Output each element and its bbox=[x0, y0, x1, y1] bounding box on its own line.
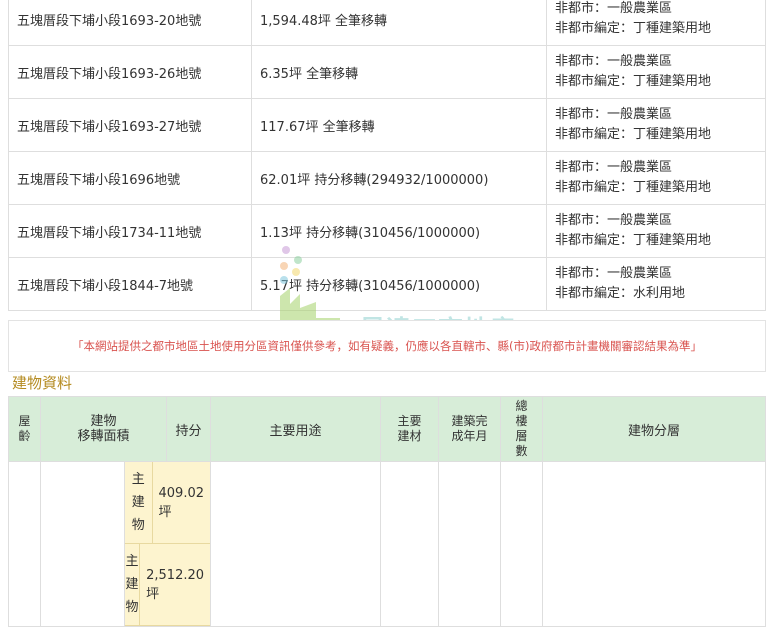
sub-value: 409.02坪 bbox=[158, 485, 205, 520]
cell-floors bbox=[500, 461, 544, 627]
building-section-title: 建物資料 bbox=[12, 374, 73, 392]
parcel-name: 五塊厝段下埔小段1844-7地號 bbox=[8, 257, 252, 311]
zoning-info: 非都市：一般農業區 非都市編定：水利用地 bbox=[546, 257, 766, 311]
zoning-line-2: 非都市編定：丁種建築用地 bbox=[555, 74, 712, 89]
sub-value: 2,512.20坪 bbox=[146, 567, 205, 602]
zoning-line-1: 非都市：一般農業區 bbox=[555, 1, 673, 16]
transfer-area: 1.13坪 持分移轉(310456/1000000) bbox=[251, 204, 547, 258]
cell-age bbox=[8, 461, 41, 627]
cell-layer bbox=[542, 461, 766, 627]
zoning-line-2: 非都市編定：丁種建築用地 bbox=[555, 233, 712, 248]
parcel-name: 五塊厝段下埔小段1693-27地號 bbox=[8, 98, 252, 152]
sub-label: 主建物 bbox=[125, 462, 153, 543]
parcel-name: 五塊厝段下埔小段1696地號 bbox=[8, 151, 252, 205]
building-sub-row: 主建物 409.02坪 bbox=[125, 462, 211, 544]
land-row: 五塊厝段下埔小段1734-11地號 1.13坪 持分移轉(310456/10000… bbox=[8, 204, 766, 258]
cell-completion bbox=[438, 461, 502, 627]
transfer-area: 117.67坪 全筆移轉 bbox=[251, 98, 547, 152]
transfer-area: 6.35坪 全筆移轉 bbox=[251, 45, 547, 99]
parcel-name: 五塊厝段下埔小段1693-20地號 bbox=[8, 0, 252, 46]
zoning-notice: 「本網站提供之都市地區土地使用分區資訊僅供參考，如有疑義，仍應以各直轄市、縣(市… bbox=[8, 320, 766, 372]
header-age: 屋齡 bbox=[8, 396, 41, 462]
zoning-line-1: 非都市：一般農業區 bbox=[555, 54, 673, 69]
zoning-info: 非都市：一般農業區非都市編定：丁種建築用地 bbox=[546, 98, 766, 152]
land-row: 五塊厝段下埔小段1693-26地號 6.35坪 全筆移轉 非都市：一般農業區非都市編… bbox=[8, 45, 766, 99]
zoning-line-2: 非都市編定：丁種建築用地 bbox=[555, 21, 712, 36]
transfer-area: 62.01坪 持分移轉(294932/1000000) bbox=[251, 151, 547, 205]
cell-material bbox=[380, 461, 440, 627]
zoning-line-2: 非都市編定：丁種建築用地 bbox=[555, 127, 712, 142]
zoning-line-1: 非都市：一般農業區 bbox=[555, 213, 673, 228]
transfer-area: 1,594.48坪 全筆移轉 bbox=[251, 0, 547, 46]
land-row: 五塊厝段下埔小段1693-27地號 117.67坪 全筆移轉 非都市：一般農業區 非都… bbox=[8, 98, 766, 152]
building-sub-row: 主建物 2,512.20坪 bbox=[125, 544, 211, 626]
zoning-line-2: 非都市編定：丁種建築用地 bbox=[555, 180, 712, 195]
zoning-line-2: 非都市編定：水利用地 bbox=[555, 286, 686, 301]
zoning-info: 非都市：一般農業區非都市編定：丁種建築用地 bbox=[546, 45, 766, 99]
cell-empty bbox=[40, 461, 125, 627]
zoning-info: 非都市：一般農業區非都市編定：丁種建築用地 bbox=[546, 204, 766, 258]
header-share: 持分 bbox=[166, 396, 212, 462]
building-area-list: 主建物 409.02坪 主建物 2,512.20坪 bbox=[123, 461, 212, 627]
header-material: 主要建材 bbox=[380, 396, 440, 462]
land-row: 五塊厝段下埔小段1693-20地號 1,594.48坪 全筆移轉 非都市：一般農業區… bbox=[8, 0, 766, 46]
header-layer: 建物分層 bbox=[542, 396, 766, 462]
land-row: 五塊厝段下埔小段1844-7地號 5.17坪 持分移轉(310456/100000… bbox=[8, 257, 766, 311]
land-row: 五塊厝段下埔小段1696地號 62.01坪 持分移轉(294932/1000000… bbox=[8, 151, 766, 205]
land-table: 五塊厝段下埔小段1693-20地號 1,594.48坪 全筆移轉 非都市：一般農業區… bbox=[8, 0, 766, 311]
transfer-area: 5.17坪 持分移轉(310456/1000000) bbox=[251, 257, 547, 311]
sub-label: 主建物 bbox=[125, 544, 141, 625]
zoning-info: 非都市：一般農業區非都市編定：丁種建築用地 bbox=[546, 151, 766, 205]
header-area: 建物 移轉面積 bbox=[39, 396, 168, 462]
header-completion: 建築完成年月 bbox=[438, 396, 502, 462]
zoning-line-1: 非都市：一般農業區 bbox=[555, 266, 673, 281]
zoning-line-1: 非都市：一般農業區 bbox=[555, 107, 673, 122]
zoning-info: 非都市：一般農業區非都市編定：丁種建築用地 bbox=[546, 0, 766, 46]
building-table: 屋齡 建物 移轉面積 持分 主要用途 主要建材 建築完成年月 總樓層數 建物分層… bbox=[8, 396, 766, 627]
parcel-name: 五塊厝段下埔小段1693-26地號 bbox=[8, 45, 252, 99]
header-use: 主要用途 bbox=[210, 396, 382, 462]
cell-use bbox=[210, 461, 382, 627]
parcel-name: 五塊厝段下埔小段1734-11地號 bbox=[8, 204, 252, 258]
header-floors: 總樓層數 bbox=[500, 396, 544, 462]
zoning-line-1: 非都市：一般農業區 bbox=[555, 160, 673, 175]
